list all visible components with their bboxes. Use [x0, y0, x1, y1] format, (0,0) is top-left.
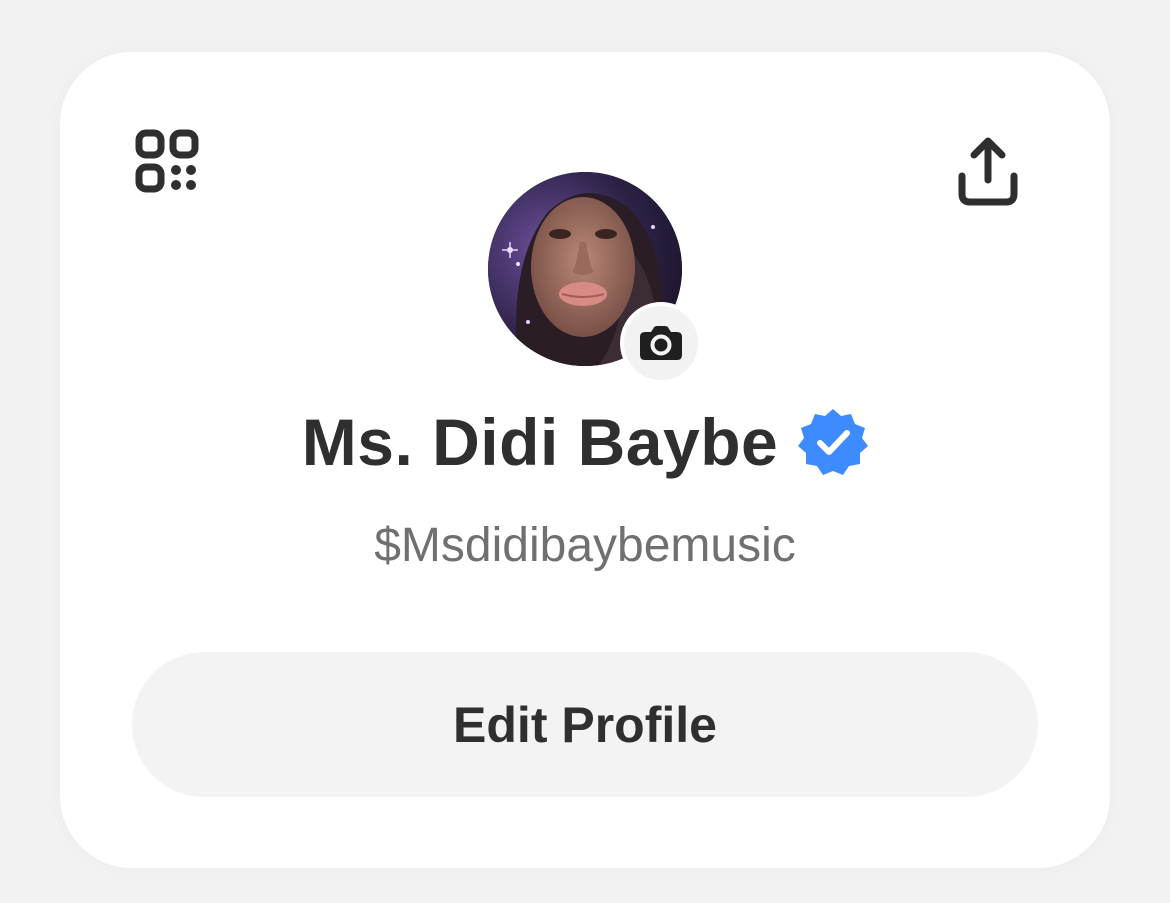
profile-name-row: Ms. Didi Baybe: [60, 400, 1110, 484]
qr-code-button[interactable]: [135, 129, 199, 193]
change-photo-button[interactable]: [620, 302, 702, 384]
profile-card: Ms. Didi Baybe $Msdidibaybemusic Edit Pr…: [60, 52, 1110, 868]
cashtag: $Msdidibaybemusic: [374, 519, 796, 572]
share-icon: [958, 137, 1018, 206]
edit-profile-button[interactable]: Edit Profile: [132, 652, 1038, 797]
display-name: Ms. Didi Baybe: [301, 405, 779, 479]
verified-badge-icon: [798, 409, 869, 475]
qr-code-icon: [135, 129, 199, 193]
camera-icon: [640, 326, 682, 360]
share-button[interactable]: [956, 136, 1020, 210]
